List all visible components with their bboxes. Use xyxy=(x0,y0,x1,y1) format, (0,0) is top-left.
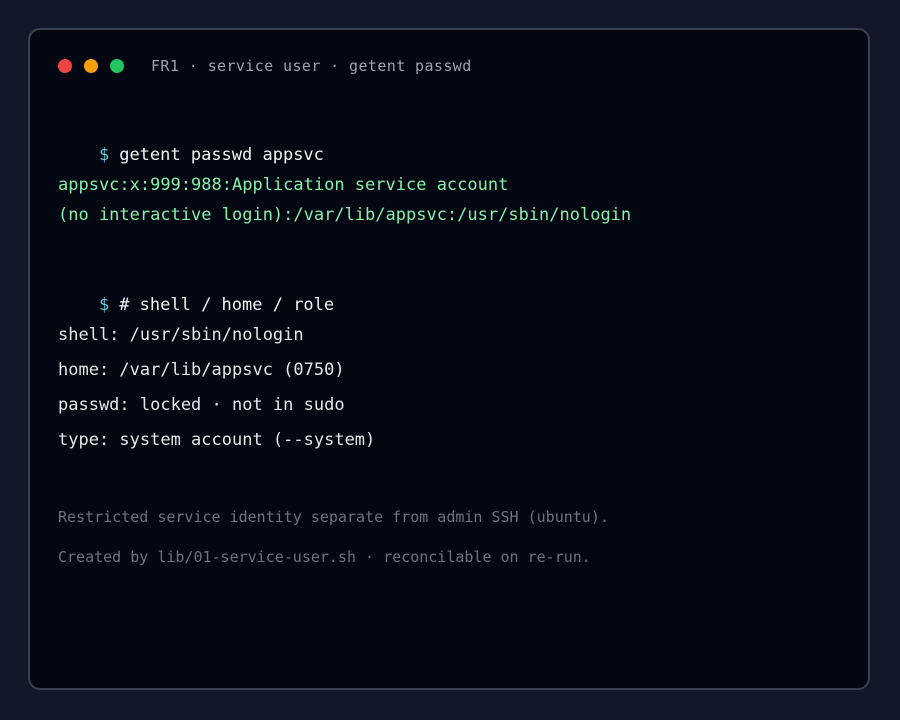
close-window-button[interactable] xyxy=(58,59,72,73)
window-title: FR1 · service user · getent passwd xyxy=(151,57,472,75)
detail-type: type: system account (--system) xyxy=(58,430,376,450)
detail-shell: shell: /usr/sbin/nologin xyxy=(58,325,304,345)
passwd-output-line-2: (no interactive login):/var/lib/appsvc:/… xyxy=(58,205,632,225)
minimize-window-button[interactable] xyxy=(84,59,98,73)
command-text: getent passwd appsvc xyxy=(119,145,324,165)
terminal-window: FR1 · service user · getent passwd $ gete… xyxy=(28,28,870,690)
prompt-symbol: $ xyxy=(98,295,110,315)
detail-passwd: passwd: locked · not in sudo xyxy=(58,395,345,415)
prompt-symbol: $ xyxy=(98,145,110,165)
passwd-output-line-1: appsvc:x:999:988:Application service acc… xyxy=(58,175,509,195)
title-bar: FR1 · service user · getent passwd xyxy=(58,56,472,76)
note-line-1: Restricted service identity separate fro… xyxy=(58,508,609,526)
maximize-window-button[interactable] xyxy=(110,59,124,73)
comment-text: # shell / home / role xyxy=(119,295,335,315)
note-line-2: Created by lib/01-service-user.sh · reco… xyxy=(58,548,591,566)
detail-home: home: /var/lib/appsvc (0750) xyxy=(58,360,345,380)
